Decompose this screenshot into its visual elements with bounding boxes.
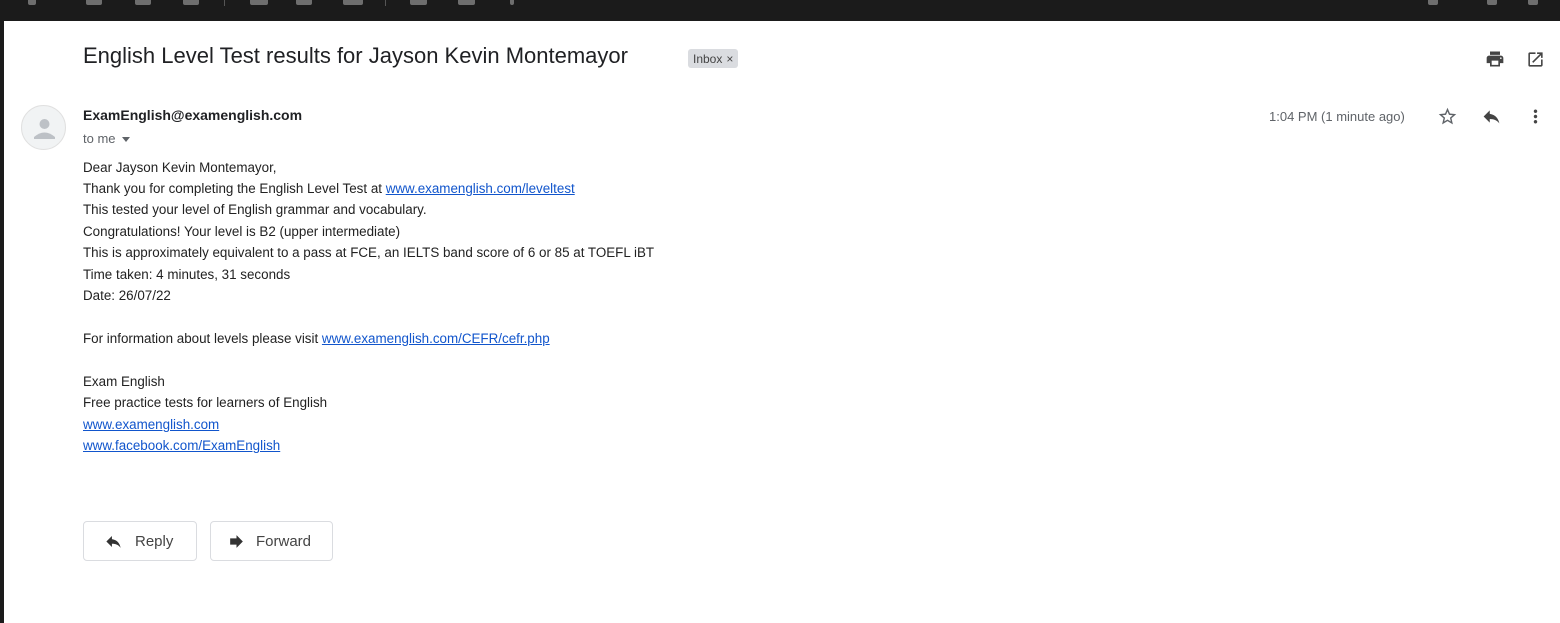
back-icon[interactable]	[28, 0, 36, 5]
top-toolbar	[0, 0, 1560, 21]
archive-icon[interactable]	[86, 0, 102, 5]
more-options-icon[interactable]	[510, 0, 514, 5]
forward-button[interactable]: Forward	[210, 521, 333, 561]
reply-button-label: Reply	[135, 532, 174, 550]
cefr-link[interactable]: www.examenglish.com/CEFR/cefr.php	[322, 331, 550, 346]
report-spam-icon[interactable]	[135, 0, 151, 5]
snooze-icon[interactable]	[296, 0, 312, 5]
body-info-line: For information about levels please visi…	[83, 331, 550, 346]
body-thanks-text: Thank you for completing the English Lev…	[83, 181, 386, 196]
older-icon[interactable]	[1487, 0, 1497, 5]
add-task-icon[interactable]	[343, 0, 363, 5]
body-greeting: Dear Jayson Kevin Montemayor,	[83, 160, 277, 175]
reply-icon[interactable]	[1479, 104, 1503, 128]
inbox-label-chip[interactable]: Inbox ×	[688, 49, 739, 68]
avatar-person-icon	[34, 119, 55, 139]
body-tested: This tested your level of English gramma…	[83, 202, 427, 217]
reply-button[interactable]: Reply	[83, 521, 197, 561]
body-congrats: Congratulations! Your level is B2 (upper…	[83, 224, 401, 239]
body-time-taken: Time taken: 4 minutes, 31 seconds	[83, 267, 291, 282]
signature-name: Exam English	[83, 374, 165, 389]
email-subject: English Level Test results for Jayson Ke…	[83, 43, 628, 68]
body-thanks-line: Thank you for completing the English Lev…	[83, 181, 575, 196]
email-timestamp: 1:04 PM (1 minute ago)	[1269, 109, 1405, 124]
recipient-details[interactable]: to me	[83, 131, 130, 146]
sender-address[interactable]: ExamEnglish@examenglish.com	[83, 107, 302, 123]
forward-button-label: Forward	[256, 532, 312, 550]
signature-website-link[interactable]: www.examenglish.com	[83, 417, 219, 432]
remove-label-icon[interactable]: ×	[726, 52, 733, 66]
newer-icon[interactable]	[1428, 0, 1438, 5]
reply-arrow-icon	[104, 532, 123, 551]
recipient-text: to me	[83, 131, 116, 146]
settings-icon[interactable]	[1528, 0, 1538, 5]
left-panel-edge	[0, 21, 4, 623]
more-vert-icon[interactable]	[1523, 104, 1547, 128]
sender-avatar	[21, 105, 66, 150]
chevron-down-icon[interactable]	[121, 136, 130, 142]
signature-facebook-link[interactable]: www.facebook.com/ExamEnglish	[83, 438, 280, 453]
body-info-text: For information about levels please visi…	[83, 331, 322, 346]
leveltest-link[interactable]: www.examenglish.com/leveltest	[386, 181, 575, 196]
toolbar-divider	[224, 0, 225, 6]
star-icon[interactable]	[1435, 104, 1459, 128]
forward-arrow-icon	[227, 532, 246, 551]
open-in-new-window-icon[interactable]	[1523, 47, 1547, 71]
print-icon[interactable]	[1483, 47, 1507, 71]
label-name: Inbox	[693, 51, 723, 66]
delete-icon[interactable]	[183, 0, 199, 5]
label-icon[interactable]	[458, 0, 475, 5]
move-to-icon[interactable]	[410, 0, 427, 5]
body-equivalent: This is approximately equivalent to a pa…	[83, 245, 655, 260]
signature-tagline: Free practice tests for learners of Engl…	[83, 395, 328, 410]
toolbar-divider	[385, 0, 386, 6]
mark-unread-icon[interactable]	[250, 0, 268, 5]
body-date: Date: 26/07/22	[83, 288, 171, 303]
